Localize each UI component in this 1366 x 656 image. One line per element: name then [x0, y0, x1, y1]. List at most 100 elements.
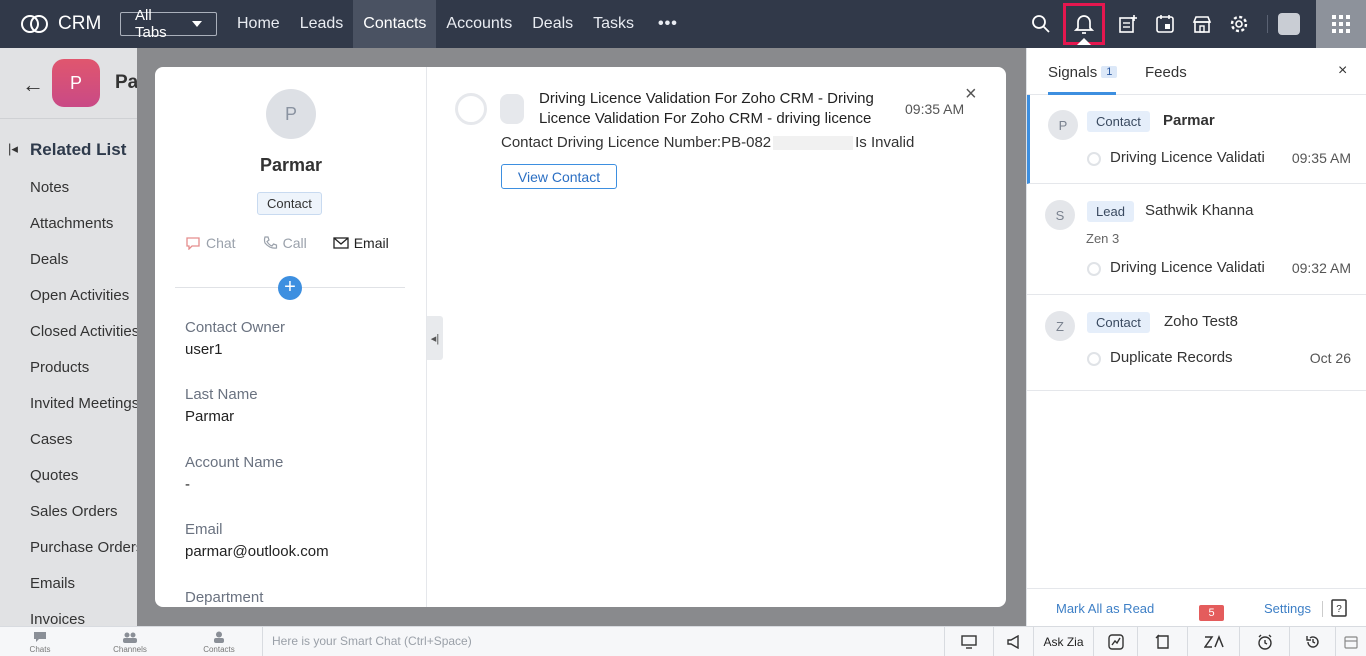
- signal-avatar: S: [1045, 200, 1075, 230]
- history-icon[interactable]: [1289, 627, 1335, 656]
- apps-grid-icon[interactable]: [1316, 0, 1366, 48]
- related-item-closed-activities[interactable]: Closed Activities: [30, 316, 137, 352]
- back-arrow-icon[interactable]: ←: [22, 72, 44, 98]
- search-icon[interactable]: [1022, 0, 1059, 48]
- signals-panel: Signals 1 Feeds × P Contact Parmar Drivin…: [1026, 48, 1366, 626]
- nav-leads[interactable]: Leads: [290, 0, 354, 48]
- help-icon[interactable]: ?: [1331, 599, 1347, 620]
- field-label: Contact Owner: [185, 319, 286, 336]
- signal-avatar: P: [1048, 110, 1078, 140]
- main-nav: Home Leads Contacts Accounts Deals Tasks…: [227, 0, 688, 48]
- related-item-sales-orders[interactable]: Sales Orders: [30, 496, 137, 532]
- close-icon[interactable]: ×: [1338, 62, 1347, 80]
- nav-contacts[interactable]: Contacts: [353, 0, 437, 48]
- close-icon[interactable]: ×: [965, 83, 977, 106]
- nav-tasks[interactable]: Tasks: [583, 0, 644, 48]
- email-button[interactable]: Email: [333, 235, 389, 251]
- field-department: Department: [185, 589, 263, 606]
- collapse-icon[interactable]: |◂: [8, 141, 18, 157]
- chat-icon: [10, 631, 70, 645]
- related-list-title: Related List: [30, 140, 127, 159]
- channels-button[interactable]: Channels: [100, 631, 160, 654]
- related-item-purchase-orders[interactable]: Purchase Orders: [30, 532, 137, 568]
- view-contact-button[interactable]: View Contact: [501, 164, 617, 189]
- related-item-emails[interactable]: Emails: [30, 568, 137, 604]
- field-last-name: Last Name Parmar: [185, 386, 258, 425]
- related-item-quotes[interactable]: Quotes: [30, 460, 137, 496]
- record-title: Pa: [115, 72, 137, 93]
- bell-icon[interactable]: [1063, 3, 1105, 45]
- avatar[interactable]: [1278, 13, 1300, 35]
- analytics-icon[interactable]: [1093, 627, 1137, 656]
- tab-feeds[interactable]: Feeds: [1145, 64, 1187, 81]
- chat-icon: [186, 237, 200, 250]
- signal-record-name[interactable]: Parmar: [1163, 112, 1215, 129]
- zia-icon[interactable]: [1187, 627, 1239, 656]
- calendar-icon[interactable]: [1146, 0, 1183, 48]
- nav-home[interactable]: Home: [227, 0, 290, 48]
- related-item-invoices[interactable]: Invoices: [30, 604, 137, 626]
- add-note-icon[interactable]: [1109, 0, 1146, 48]
- contact-name[interactable]: Parmar: [155, 155, 427, 176]
- all-tabs-dropdown[interactable]: All Tabs: [120, 7, 217, 41]
- signal-item[interactable]: Z Contact Zoho Test8 Duplicate Records O…: [1027, 295, 1366, 391]
- smart-chat-input[interactable]: Here is your Smart Chat (Ctrl+Space): [262, 627, 944, 656]
- signal-type-badge: Contact: [1087, 111, 1150, 132]
- signal-time: 09:35 AM: [1291, 150, 1351, 166]
- top-icons: [1022, 0, 1366, 48]
- signal-source-icon: [1087, 152, 1101, 166]
- divider: [0, 118, 137, 119]
- field-label: Account Name: [185, 454, 284, 471]
- related-item-invited-meetings[interactable]: Invited Meetings: [30, 388, 137, 424]
- contact-actions: Chat Call Email: [185, 235, 415, 251]
- signal-time: Oct 26: [1309, 350, 1351, 366]
- field-value: -: [185, 476, 190, 493]
- screen-share-icon[interactable]: [944, 627, 993, 656]
- signal-message: Driving Licence Validation For Zoho CRM: [1110, 259, 1265, 276]
- field-label: Last Name: [185, 386, 258, 403]
- signal-message: Driving Licence Validation For Zoho CRM: [1110, 149, 1265, 166]
- field-value: Parmar: [185, 408, 235, 425]
- related-list: Notes Attachments Deals Open Activities …: [30, 172, 137, 626]
- nav-more-icon[interactable]: •••: [644, 0, 688, 48]
- tab-signals[interactable]: Signals 1: [1048, 64, 1118, 81]
- top-navigation-bar: CRM All Tabs Home Leads Contacts Account…: [0, 0, 1366, 48]
- chats-button[interactable]: Chats: [10, 631, 70, 654]
- call-button[interactable]: Call: [262, 235, 307, 251]
- nav-deals[interactable]: Deals: [522, 0, 583, 48]
- mail-icon: [333, 237, 349, 249]
- signal-record-name[interactable]: Zoho Test8: [1164, 313, 1238, 330]
- related-item-attachments[interactable]: Attachments: [30, 208, 137, 244]
- signals-settings-link[interactable]: Settings: [1264, 601, 1311, 616]
- gear-icon[interactable]: [1220, 0, 1257, 48]
- all-tabs-label: All Tabs: [135, 7, 167, 41]
- signal-source-icon: [1087, 352, 1101, 366]
- nav-accounts[interactable]: Accounts: [436, 0, 522, 48]
- chat-button[interactable]: Chat: [185, 235, 236, 251]
- marketplace-icon[interactable]: [1183, 0, 1220, 48]
- notes-icon[interactable]: [1137, 627, 1187, 656]
- signal-item[interactable]: P Contact Parmar Driving Licence Validat…: [1027, 95, 1366, 184]
- related-item-open-activities[interactable]: Open Activities: [30, 280, 137, 316]
- related-item-products[interactable]: Products: [30, 352, 137, 388]
- signal-item[interactable]: S Lead Sathwik Khanna Zen 3 Driving Lice…: [1027, 184, 1366, 295]
- redacted-text: [773, 136, 854, 151]
- crm-logo[interactable]: CRM: [0, 13, 112, 35]
- bottom-bar: Chats Channels Contacts Here is your Sma…: [0, 626, 1366, 656]
- signal-message: Duplicate Records: [1110, 349, 1233, 366]
- related-item-cases[interactable]: Cases: [30, 424, 137, 460]
- signal-record-name[interactable]: Sathwik Khanna: [1145, 202, 1253, 219]
- signal-avatar: Z: [1045, 311, 1075, 341]
- contacts-button[interactable]: Contacts: [189, 631, 249, 654]
- storage-icon[interactable]: [1335, 627, 1366, 656]
- collapse-panel-icon[interactable]: ◂|: [427, 316, 443, 360]
- announcement-icon[interactable]: [993, 627, 1033, 656]
- signal-type-badge: Contact: [1087, 312, 1150, 333]
- add-button[interactable]: +: [278, 276, 302, 300]
- record-header: ← P Pa: [0, 48, 137, 118]
- mark-all-read-link[interactable]: Mark All as Read: [1056, 601, 1154, 616]
- related-item-deals[interactable]: Deals: [30, 244, 137, 280]
- alarm-clock-icon[interactable]: [1239, 627, 1289, 656]
- related-item-notes[interactable]: Notes: [30, 172, 137, 208]
- ask-zia-button[interactable]: Ask Zia: [1033, 627, 1093, 656]
